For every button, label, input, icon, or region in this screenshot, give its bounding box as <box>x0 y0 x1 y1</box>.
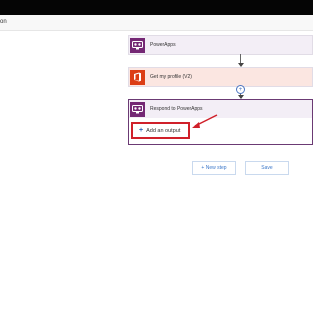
powerapps-icon <box>130 101 145 117</box>
insert-step-button[interactable]: + <box>236 85 245 94</box>
office-icon <box>130 69 145 85</box>
step-card-header[interactable]: Respond to PowerApps <box>129 100 312 118</box>
top-bar <box>0 0 313 15</box>
annotation-arrow-icon <box>192 114 218 128</box>
step-card-header[interactable]: PowerApps <box>129 36 312 54</box>
header-partial-text: on <box>0 19 7 25</box>
add-output-label: Add an output <box>146 127 181 134</box>
step-card-powerapps[interactable]: PowerApps <box>128 35 313 55</box>
new-step-button[interactable]: + New step <box>192 161 236 175</box>
plus-icon: + <box>238 86 243 93</box>
powerapps-icon <box>130 37 145 53</box>
plus-icon: + <box>139 127 144 134</box>
step-title: PowerApps <box>150 42 176 48</box>
save-button[interactable]: Save <box>245 161 289 175</box>
sub-header: on <box>0 15 313 31</box>
step-card-header[interactable]: Get my profile (V2) <box>129 68 312 86</box>
add-output-button[interactable]: + Add an output <box>131 122 190 139</box>
step-card-get-my-profile[interactable]: Get my profile (V2) <box>128 67 313 87</box>
step-title: Get my profile (V2) <box>150 74 192 80</box>
